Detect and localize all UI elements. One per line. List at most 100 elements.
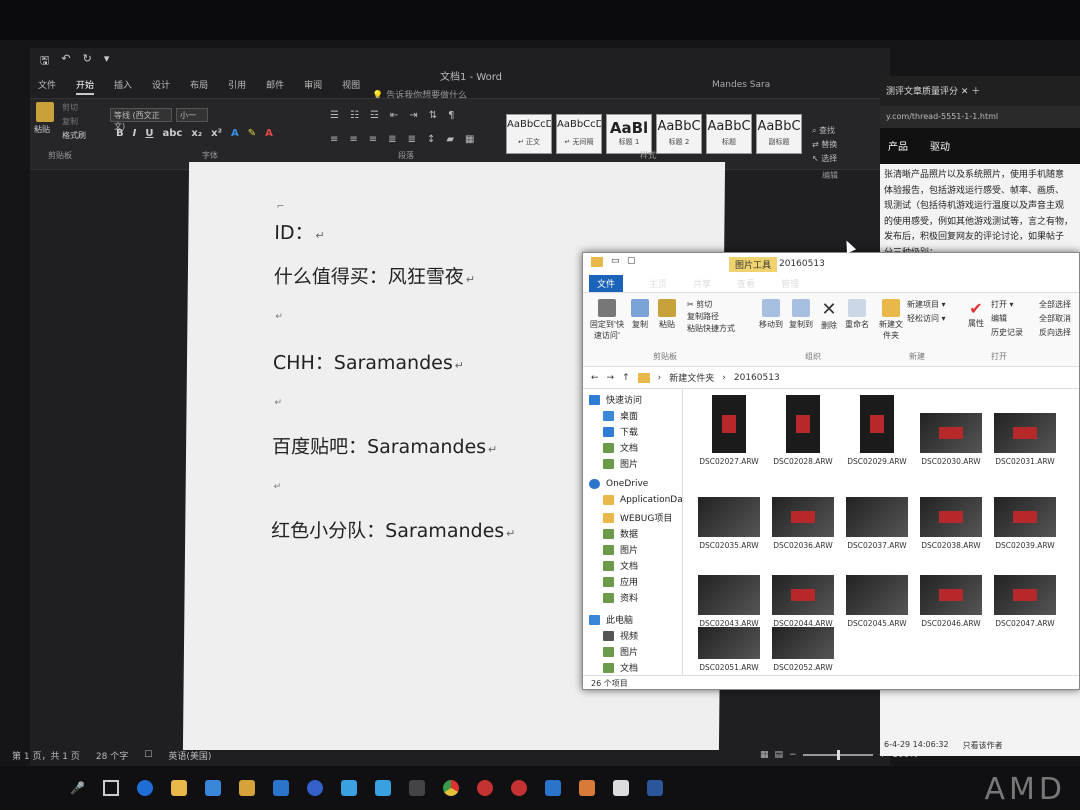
- breadcrumb-parent[interactable]: 新建文件夹: [669, 371, 714, 384]
- nav-folder[interactable]: WEBUG项目: [603, 511, 672, 524]
- up-icon[interactable]: ↑: [622, 373, 630, 383]
- zoom-slider[interactable]: [802, 750, 873, 760]
- nav-pictures[interactable]: 图片: [603, 457, 638, 470]
- customize-qat-icon[interactable]: ▾: [104, 52, 110, 70]
- align-left-icon[interactable]: ≡: [330, 134, 338, 145]
- copy-button[interactable]: 复制: [629, 299, 651, 330]
- file-item[interactable]: DSC02045.ARW: [841, 575, 913, 628]
- doc-line-red-team[interactable]: 红色小分队：Saramandes ↵: [271, 516, 516, 543]
- new-folder-qat-icon[interactable]: ▢: [627, 256, 636, 266]
- underline-button[interactable]: U: [145, 128, 153, 139]
- style-normal[interactable]: AaBbCcDc ↵ 正文: [506, 114, 552, 154]
- app-icon[interactable]: [238, 780, 255, 796]
- app-icon[interactable]: [544, 780, 561, 796]
- font-size-select[interactable]: 小一: [176, 108, 208, 122]
- explorer-tab-manage[interactable]: 管理: [781, 277, 799, 290]
- tab-references[interactable]: 引用: [228, 78, 246, 95]
- open-button[interactable]: 打开 ▾: [991, 299, 1014, 310]
- numbering-icon[interactable]: ☷: [350, 110, 359, 121]
- file-item[interactable]: DSC02035.ARW: [693, 497, 765, 550]
- nav-folder[interactable]: 应用: [603, 575, 638, 588]
- style-heading-2[interactable]: AaBbC 标题 2: [656, 114, 702, 154]
- multilevel-icon[interactable]: ☲: [370, 110, 379, 121]
- format-painter-button[interactable]: 格式刷: [62, 130, 86, 141]
- find-button[interactable]: ⌕ 查找: [812, 124, 837, 138]
- app-icon[interactable]: [408, 780, 425, 796]
- nav-folder[interactable]: 图片: [603, 543, 638, 556]
- highlight-icon[interactable]: ✎: [248, 128, 256, 139]
- envelope-icon[interactable]: [612, 780, 629, 796]
- sort-icon[interactable]: ⇅: [429, 110, 437, 121]
- style-heading-1[interactable]: AaBl 标题 1: [606, 114, 652, 154]
- nav-folder[interactable]: 数据: [603, 527, 638, 540]
- explorer-tab-view[interactable]: 查看: [737, 277, 755, 290]
- tab-insert[interactable]: 插入: [114, 78, 132, 95]
- file-item[interactable]: DSC02027.ARW: [693, 395, 765, 466]
- shading-icon[interactable]: ▰: [446, 134, 454, 145]
- proofing-icon[interactable]: ☐: [144, 750, 152, 760]
- settings-icon[interactable]: [510, 780, 527, 796]
- nav-this-pc[interactable]: 此电脑: [589, 613, 633, 626]
- increase-indent-icon[interactable]: ⇥: [409, 110, 417, 121]
- word-user[interactable]: Mandes Sara: [712, 80, 770, 90]
- new-item-button[interactable]: 新建项目 ▾: [907, 299, 946, 310]
- paste-shortcut-button[interactable]: 粘贴快捷方式: [687, 323, 735, 334]
- app-icon[interactable]: [374, 780, 391, 796]
- paste-icon[interactable]: [36, 102, 54, 122]
- nav-documents[interactable]: 文档: [603, 441, 638, 454]
- font-color-icon[interactable]: A: [265, 128, 273, 139]
- tab-design[interactable]: 设计: [152, 78, 170, 95]
- app-icon[interactable]: [578, 780, 595, 796]
- nav-pc-pictures[interactable]: 图片: [603, 645, 638, 658]
- file-item[interactable]: DSC02039.ARW: [989, 497, 1061, 550]
- doc-line-smzdm[interactable]: 什么值得买：风狂雪夜 ↵: [274, 262, 476, 289]
- line-spacing-icon[interactable]: ↕: [427, 134, 435, 145]
- show-marks-icon[interactable]: ¶: [448, 110, 454, 121]
- copy-button[interactable]: 复制: [62, 116, 78, 127]
- nav-onedrive[interactable]: OneDrive: [589, 479, 648, 489]
- task-view-icon[interactable]: [102, 780, 119, 796]
- borders-icon[interactable]: ▦: [465, 134, 474, 145]
- microphone-icon[interactable]: 🎤: [70, 781, 85, 795]
- tab-layout[interactable]: 布局: [190, 78, 208, 95]
- nav-folder[interactable]: 文档: [603, 559, 638, 572]
- file-item[interactable]: DSC02044.ARW: [767, 575, 839, 628]
- style-title[interactable]: AaBbC 标题: [706, 114, 752, 154]
- nav-downloads[interactable]: 下载: [603, 425, 638, 438]
- edge-icon[interactable]: [136, 780, 153, 796]
- browser-address-bar[interactable]: y.com/thread-5551-1-1.html: [880, 106, 1080, 128]
- doc-line-chh[interactable]: CHH：Saramandes ↵: [273, 348, 464, 375]
- file-item[interactable]: DSC02043.ARW: [693, 575, 765, 628]
- print-layout-icon[interactable]: ▤: [775, 750, 784, 760]
- properties-qat-icon[interactable]: ▭: [611, 256, 620, 266]
- breadcrumb-current[interactable]: 20160513: [734, 373, 780, 383]
- site-nav-drivers[interactable]: 驱动: [930, 138, 950, 154]
- superscript-button[interactable]: x²: [211, 128, 222, 139]
- select-all-button[interactable]: 全部选择: [1039, 299, 1071, 310]
- tab-home[interactable]: 开始: [76, 78, 95, 95]
- doc-line-id[interactable]: ID： ↵: [274, 218, 325, 245]
- nav-desktop[interactable]: 桌面: [603, 409, 638, 422]
- nav-quick-access[interactable]: 快速访问: [589, 393, 642, 406]
- new-folder-button[interactable]: 新建文件夹: [877, 299, 905, 341]
- text-effects-icon[interactable]: A: [231, 128, 239, 139]
- cut-button[interactable]: 剪切: [62, 102, 78, 113]
- explorer-tab-file[interactable]: 文件: [589, 275, 624, 292]
- cut-button[interactable]: ✂ 剪切: [687, 299, 712, 310]
- tab-file[interactable]: 文件: [38, 78, 56, 95]
- file-item[interactable]: DSC02030.ARW: [915, 413, 987, 466]
- select-button[interactable]: ↖ 选择: [812, 152, 837, 166]
- app-icon[interactable]: [306, 780, 323, 796]
- align-center-icon[interactable]: ≡: [349, 134, 357, 145]
- app-icon[interactable]: [340, 780, 357, 796]
- word-count[interactable]: 28 个字: [96, 749, 128, 762]
- font-name-select[interactable]: 等线 (西文正文): [110, 108, 172, 131]
- justify-icon[interactable]: ≣: [388, 134, 396, 145]
- nav-folder[interactable]: ApplicationDat: [603, 495, 686, 505]
- save-icon[interactable]: 🖫: [40, 52, 49, 70]
- file-item[interactable]: DSC02036.ARW: [767, 497, 839, 550]
- strikethrough-button[interactable]: abc: [162, 128, 182, 139]
- back-icon[interactable]: ←: [591, 373, 599, 383]
- copy-to-button[interactable]: 复制到: [787, 299, 815, 330]
- history-button[interactable]: 历史记录: [991, 327, 1023, 338]
